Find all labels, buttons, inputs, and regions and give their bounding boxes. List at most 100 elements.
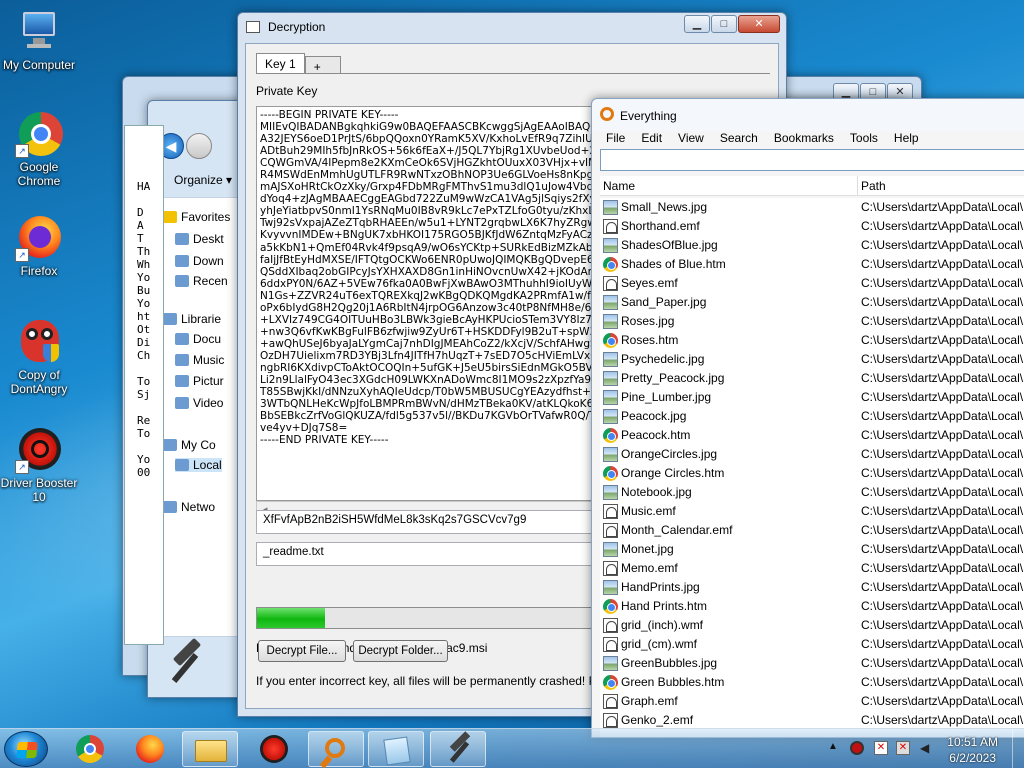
file-path: C:\Users\dartz\AppData\Local\ xyxy=(861,447,1024,461)
list-item[interactable]: Memo.emf C:\Users\dartz\AppData\Local\ xyxy=(600,559,1024,578)
list-item[interactable]: grid_(cm).wmf C:\Users\dartz\AppData\Loca… xyxy=(600,635,1024,654)
close-button[interactable]: ✕ xyxy=(738,15,780,33)
menu-item-edit[interactable]: Edit xyxy=(633,131,670,149)
taskbar-driver-booster[interactable] xyxy=(246,731,302,767)
list-item[interactable]: Music.emf C:\Users\dartz\AppData\Local\ xyxy=(600,502,1024,521)
desktop-icon-label: My Computer xyxy=(2,58,76,72)
image-file-icon xyxy=(603,409,618,424)
list-item[interactable]: Peacock.htm C:\Users\dartz\AppData\Local\ xyxy=(600,426,1024,445)
list-item[interactable]: GreenBubbles.jpg C:\Users\dartz\AppData\L… xyxy=(600,654,1024,673)
menu-item-search[interactable]: Search xyxy=(712,131,766,149)
list-item[interactable]: Shades of Blue.htm C:\Users\dartz\AppData… xyxy=(600,255,1024,274)
notepad-line: Ot xyxy=(137,323,151,336)
taskbar-everything[interactable] xyxy=(308,731,364,768)
notepad-line: 00 xyxy=(137,466,151,479)
nav-item[interactable]: Pictur xyxy=(175,374,224,388)
title-bar: Everything xyxy=(592,99,1024,131)
owl-icon xyxy=(15,318,63,366)
list-item[interactable]: Roses.jpg C:\Users\dartz\AppData\Local\ xyxy=(600,312,1024,331)
menu-item-bookmarks[interactable]: Bookmarks xyxy=(766,131,842,149)
system-tray: ▲ ✕ ✕ ◀ 10:51 AM 6/2/2023 xyxy=(814,729,1024,768)
tab-add[interactable]: + xyxy=(304,56,341,74)
file-path: C:\Users\dartz\AppData\Local\ xyxy=(861,637,1024,651)
action-center-icon[interactable]: ✕ xyxy=(874,741,888,755)
network-icon[interactable]: ✕ xyxy=(896,741,910,755)
desktop-icon-my-computer[interactable]: My Computer xyxy=(0,8,78,72)
desktop-icon-dontangry[interactable]: Copy of DontAngry xyxy=(0,318,78,396)
menu-item-tools[interactable]: Tools xyxy=(842,131,886,149)
list-item[interactable]: Graph.emf C:\Users\dartz\AppData\Local\ xyxy=(600,692,1024,711)
file-path: C:\Users\dartz\AppData\Local\ xyxy=(861,390,1024,404)
column-header-name[interactable]: Name xyxy=(603,179,635,193)
list-item[interactable]: HandPrints.jpg C:\Users\dartz\AppData\Loc… xyxy=(600,578,1024,597)
show-desktop-button[interactable] xyxy=(1012,729,1024,768)
list-item[interactable]: Psychedelic.jpg C:\Users\dartz\AppData\Lo… xyxy=(600,350,1024,369)
taskbar-notepad[interactable] xyxy=(368,731,424,767)
file-name: Graph.emf xyxy=(621,694,678,708)
maximize-button[interactable]: □ xyxy=(711,15,737,33)
desktop-icon-firefox[interactable]: ↗ Firefox xyxy=(0,214,78,278)
nav-item[interactable]: Librarie xyxy=(163,312,221,326)
nav-item[interactable]: Netwo xyxy=(163,500,215,514)
desktop-icon-google-chrome[interactable]: ↗ Google Chrome xyxy=(0,110,78,188)
desktop-icon-driver-booster[interactable]: ↗ Driver Booster 10 xyxy=(0,426,78,504)
column-header-path[interactable]: Path xyxy=(861,179,886,193)
shortcut-arrow-icon: ↗ xyxy=(15,144,29,158)
taskbar-firefox[interactable] xyxy=(122,731,178,767)
tray-driver-booster-icon[interactable] xyxy=(850,741,864,755)
notepad-line: HA xyxy=(137,180,151,193)
forward-arrow-icon[interactable] xyxy=(186,133,212,159)
nav-item[interactable]: Favorites xyxy=(163,210,230,224)
taskbar-decryptor[interactable] xyxy=(430,731,486,767)
list-item[interactable]: Notebook.jpg C:\Users\dartz\AppData\Local… xyxy=(600,483,1024,502)
volume-icon[interactable]: ◀ xyxy=(920,741,934,755)
nav-item-label: Deskt xyxy=(193,232,224,246)
menu-item-help[interactable]: Help xyxy=(886,131,927,149)
list-item[interactable]: Pine_Lumber.jpg C:\Users\dartz\AppData\Lo… xyxy=(600,388,1024,407)
decrypt-file-button[interactable]: Decrypt File... xyxy=(258,640,346,662)
nav-item[interactable]: Docu xyxy=(175,332,221,346)
tab-key-1[interactable]: Key 1 xyxy=(256,53,305,74)
list-item[interactable]: Shorthand.emf C:\Users\dartz\AppData\Loca… xyxy=(600,217,1024,236)
file-name: Green Bubbles.htm xyxy=(621,675,725,689)
list-item[interactable]: Roses.htm C:\Users\dartz\AppData\Local\ xyxy=(600,331,1024,350)
nav-item[interactable]: Music xyxy=(175,353,224,367)
everything-window[interactable]: Everything File Edit View Search Bookmarks To… xyxy=(591,98,1024,738)
nav-item[interactable]: My Co xyxy=(163,438,216,452)
list-item[interactable]: Orange Circles.htm C:\Users\dartz\AppData… xyxy=(600,464,1024,483)
list-item[interactable]: Peacock.jpg C:\Users\dartz\AppData\Local\ xyxy=(600,407,1024,426)
desktop-icon-label: Google Chrome xyxy=(17,160,61,188)
list-item[interactable]: Hand Prints.htm C:\Users\dartz\AppData\Lo… xyxy=(600,597,1024,616)
minimize-button[interactable]: ▁ xyxy=(684,15,710,33)
clock[interactable]: 10:51 AM 6/2/2023 xyxy=(947,734,998,766)
list-item[interactable]: Green Bubbles.htm C:\Users\dartz\AppData\… xyxy=(600,673,1024,692)
menu-item-file[interactable]: File xyxy=(598,131,633,149)
taskbar-explorer[interactable] xyxy=(182,731,238,767)
readme-field[interactable]: _readme.txt xyxy=(256,542,596,566)
start-button[interactable] xyxy=(4,731,48,767)
shortcut-arrow-icon: ↗ xyxy=(15,460,29,474)
list-item[interactable]: Small_News.jpg C:\Users\dartz\AppData\Loc… xyxy=(600,198,1024,217)
list-item[interactable]: Seyes.emf C:\Users\dartz\AppData\Local\ xyxy=(600,274,1024,293)
list-item[interactable]: Pretty_Peacock.jpg C:\Users\dartz\AppData… xyxy=(600,369,1024,388)
list-item[interactable]: ShadesOfBlue.jpg C:\Users\dartz\AppData\L… xyxy=(600,236,1024,255)
private-key-textarea[interactable]: -----BEGIN PRIVATE KEY----- MIIEvQIBADAN… xyxy=(256,106,596,501)
notepad-window-fragment[interactable]: HA D A T Th Wh Yo Bu Yo ht Ot Di Ch To Sj Re To Yo 00 xyxy=(124,125,164,645)
tray-chevron-icon[interactable]: ▲ xyxy=(828,741,838,752)
decryption-id-field[interactable]: XfFvfApB2nB2iSH5WfdMeL8k3sKq2s7GSCVcv7g9 xyxy=(256,510,596,534)
list-item[interactable]: OrangeCircles.jpg C:\Users\dartz\AppData\… xyxy=(600,445,1024,464)
menu-item-view[interactable]: View xyxy=(670,131,712,149)
nav-item[interactable]: Video xyxy=(175,396,223,410)
nav-item[interactable]: Local xyxy=(175,458,222,472)
taskbar-chrome[interactable] xyxy=(62,731,118,767)
nav-item[interactable]: Recen xyxy=(175,274,228,288)
list-item[interactable]: Sand_Paper.jpg C:\Users\dartz\AppData\Loc… xyxy=(600,293,1024,312)
nav-item[interactable]: Down xyxy=(175,254,224,268)
image-file-icon xyxy=(603,295,618,310)
decrypt-folder-button[interactable]: Decrypt Folder... xyxy=(353,640,448,662)
list-item[interactable]: Monet.jpg C:\Users\dartz\AppData\Local\ xyxy=(600,540,1024,559)
list-item[interactable]: Month_Calendar.emf C:\Users\dartz\AppData… xyxy=(600,521,1024,540)
search-input[interactable] xyxy=(600,149,1024,171)
nav-item[interactable]: Deskt xyxy=(175,232,224,246)
list-item[interactable]: grid_(inch).wmf C:\Users\dartz\AppData\Lo… xyxy=(600,616,1024,635)
